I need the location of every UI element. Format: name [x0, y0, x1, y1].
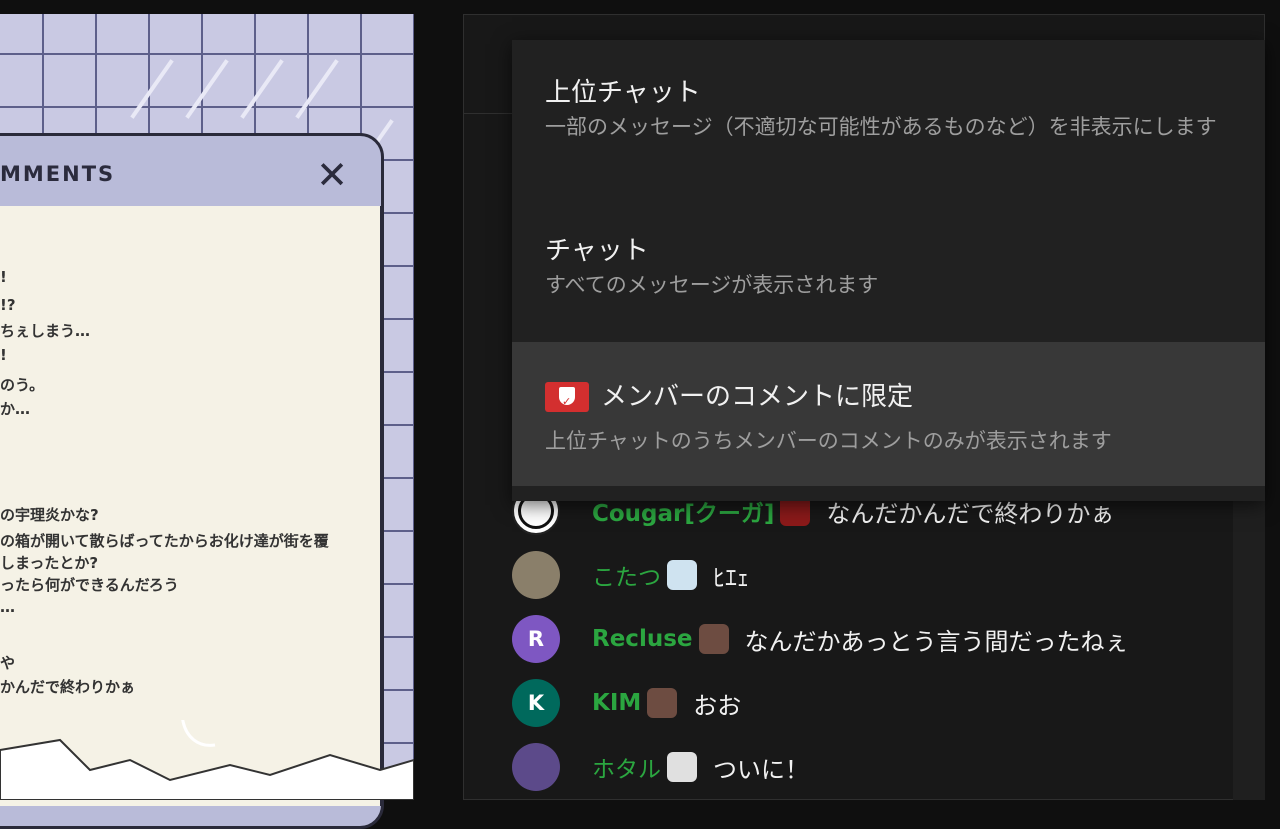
chat-message: こたつ ﾋｴｪ	[512, 551, 749, 599]
avatar[interactable]	[512, 743, 560, 791]
menu-item-title: メンバーのコメントに限定	[601, 382, 914, 412]
comment-panel-body: !!? ちぇしまう…! のう。か… の宇理炎かな? の箱が開いて散らばってたからお化け達…	[0, 206, 383, 806]
message-text: ﾋｴｪ	[713, 563, 749, 592]
bg-stripe	[295, 59, 339, 119]
stream-comment-line: ったら何ができるんだろう	[0, 576, 179, 594]
member-emoji-icon	[698, 624, 729, 654]
close-icon: ✕	[316, 153, 348, 197]
menu-item-description: すべてのメッセージが表示されます	[545, 273, 879, 297]
avatar-letter: K	[527, 691, 545, 715]
chat-mode-menu: 上位チャット 一部のメッセージ（不適切な可能性があるものなど）を非表示にします …	[512, 40, 1265, 501]
stream-comment-line: !	[0, 268, 7, 286]
stream-comment-line: …	[0, 598, 15, 616]
chat-message: R Recluse なんだかあっとう言う間だったねぇ	[512, 615, 1129, 663]
bg-stripe	[240, 59, 284, 119]
stream-comment-line: !?	[0, 296, 16, 314]
stream-comment-line: や	[0, 654, 16, 672]
bg-stripe	[185, 59, 229, 119]
stream-comment-line: しまったとか?	[0, 554, 99, 572]
member-emoji-icon	[667, 560, 697, 590]
message-text: なんだかあっとう言う間だったねぇ	[744, 627, 1129, 656]
stream-comment-line: のう。	[0, 376, 45, 394]
message-author[interactable]: Recluse	[592, 626, 693, 652]
members-shield-icon	[545, 382, 589, 417]
menu-item-title-row: メンバーのコメントに限定	[545, 382, 914, 417]
message-author[interactable]: ホタル	[592, 750, 661, 784]
menu-item-title: チャット	[545, 236, 649, 266]
avatar-letter: R	[527, 627, 545, 651]
chat-message: ホタル ついに！	[512, 743, 809, 791]
stream-comment-line: ちぇしまう…	[0, 322, 91, 340]
avatar[interactable]	[512, 551, 560, 599]
stream-comment-line: かんだで終わりかぁ	[0, 678, 136, 696]
avatar[interactable]: K	[512, 679, 560, 727]
comment-panel-title: MMENTS	[0, 162, 116, 186]
menu-item-members-only[interactable]: メンバーのコメントに限定 上位チャットのうちメンバーのコメントのみが表示されます	[512, 342, 1265, 486]
chat-message: K KIM おお	[512, 679, 741, 727]
message-author[interactable]: こたつ	[592, 558, 661, 592]
menu-item-description: 上位チャットのうちメンバーのコメントのみが表示されます	[545, 429, 1112, 453]
stream-comment-line: の宇理炎かな?	[0, 506, 99, 524]
stream-comment-line: の箱が開いて散らばってたからお化け達が街を覆	[0, 532, 329, 550]
bg-stripe	[130, 59, 174, 119]
member-emoji-icon	[667, 752, 697, 782]
stream-comment-line: か…	[0, 400, 31, 418]
menu-item-live-chat[interactable]: チャット すべてのメッセージが表示されます	[512, 236, 1265, 300]
message-author[interactable]: KIM	[592, 690, 641, 716]
menu-item-top-chat[interactable]: 上位チャット 一部のメッセージ（不適切な可能性があるものなど）を非表示にします	[512, 78, 1265, 142]
avatar[interactable]: R	[512, 615, 560, 663]
mascot-illustration	[0, 720, 414, 800]
stream-comment-line: !	[0, 346, 7, 364]
menu-item-title: 上位チャット	[545, 78, 701, 108]
message-text: おお	[693, 691, 742, 720]
message-text: ついに！	[713, 755, 809, 784]
member-emoji-icon	[647, 688, 678, 718]
menu-item-description: 一部のメッセージ（不適切な可能性があるものなど）を非表示にします	[545, 115, 1217, 139]
